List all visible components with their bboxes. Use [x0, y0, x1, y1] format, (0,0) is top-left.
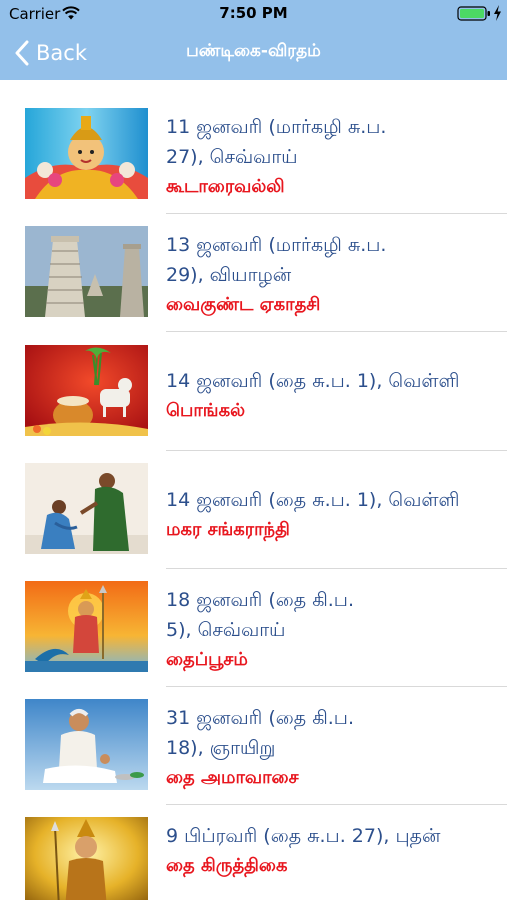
top-bar: Carrier 7:50 PM Back பண்டிகை-விரதம் — [0, 0, 507, 80]
date-line: 18), ஞாயிறு — [166, 737, 276, 759]
murugan-peacock-image — [25, 581, 148, 672]
temple-tower-image — [25, 226, 148, 317]
list-item[interactable]: 18 ஜனவரி (தை கி.ப. 5), செவ்வாய் தைப்பூசம… — [0, 569, 507, 687]
navigation-bar: Back பண்டிகை-விரதம் — [0, 28, 507, 80]
item-text: 14 ஜனவரி (தை சு.ப. 1), வெள்ளி பொங்கல் — [166, 366, 496, 426]
date-line: 13 ஜனவரி (மார்கழி சு.ப. — [166, 234, 387, 256]
festival-name: தை கிருத்திகை — [166, 855, 288, 876]
date-line: 29), வியாழன் — [166, 264, 292, 286]
item-text: 18 ஜனவரி (தை கி.ப. 5), செவ்வாய் தைப்பூசம… — [166, 585, 496, 675]
status-bar: Carrier 7:50 PM — [0, 0, 507, 28]
goddess-image — [25, 108, 148, 199]
screen: Carrier 7:50 PM Back பண்டிகை-விரதம் 11 ஜ… — [0, 0, 507, 900]
date-line: 27), செவ்வாய் — [166, 146, 298, 168]
festival-name: கூடாரைவல்லி — [166, 176, 285, 197]
battery-charging-icon — [457, 6, 490, 21]
festival-name: மகர சங்கராந்தி — [166, 519, 290, 540]
festival-name: தைப்பூசம் — [166, 649, 248, 670]
item-text: 13 ஜனவரி (மார்கழி சு.ப. 29), வியாழன் வைக… — [166, 230, 496, 320]
murugan-golden-image — [25, 817, 148, 900]
item-text: 31 ஜனவரி (தை கி.ப. 18), ஞாயிறு தை அமாவாச… — [166, 703, 496, 793]
festival-name: வைகுண்ட ஏகாதசி — [166, 294, 321, 315]
list-item[interactable]: 9 பிப்ரவரி (தை சு.ப. 27), புதன் தை கிருத… — [0, 805, 507, 900]
ritual-man-image — [25, 699, 148, 790]
date-line: 5), செவ்வாய் — [166, 619, 286, 641]
date-line: 9 பிப்ரவரி (தை சு.ப. 27), புதன் — [166, 825, 441, 847]
item-text: 9 பிப்ரவரி (தை சு.ப. 27), புதன் தை கிருத… — [166, 821, 496, 881]
charging-bolt-icon — [494, 5, 501, 21]
page-title: பண்டிகை-விரதம் — [186, 41, 321, 61]
date-line: 14 ஜனவரி (தை சு.ப. 1), வெள்ளி — [166, 489, 460, 511]
list-item[interactable]: 13 ஜனவரி (மார்கழி சு.ப. 29), வியாழன் வைக… — [0, 214, 507, 332]
date-line: 14 ஜனவரி (தை சு.ப. 1), வெள்ளி — [166, 370, 460, 392]
festival-name: பொங்கல் — [166, 400, 246, 421]
date-line: 18 ஜனவரி (தை கி.ப. — [166, 589, 354, 611]
pongal-pot-cow-image — [25, 345, 148, 436]
list-item[interactable]: 14 ஜனவரி (தை சு.ப. 1), வெள்ளி மகர சங்கரா… — [0, 451, 507, 569]
list-item[interactable]: 14 ஜனவரி (தை சு.ப. 1), வெள்ளி பொங்கல் — [0, 332, 507, 451]
list-item[interactable]: 31 ஜனவரி (தை கி.ப. 18), ஞாயிறு தை அமாவாச… — [0, 687, 507, 805]
list-item[interactable]: 11 ஜனவரி (மார்கழி சு.ப. 27), செவ்வாய் கூ… — [0, 80, 507, 214]
women-blessing-image — [25, 463, 148, 554]
status-time: 7:50 PM — [219, 4, 288, 22]
item-text: 11 ஜனவரி (மார்கழி சு.ப. 27), செவ்வாய் கூ… — [166, 112, 496, 202]
festival-name: தை அமாவாசை — [166, 767, 299, 788]
date-line: 31 ஜனவரி (தை கி.ப. — [166, 707, 354, 729]
item-text: 14 ஜனவரி (தை சு.ப. 1), வெள்ளி மகர சங்கரா… — [166, 485, 496, 545]
date-line: 11 ஜனவரி (மார்கழி சு.ப. — [166, 116, 387, 138]
